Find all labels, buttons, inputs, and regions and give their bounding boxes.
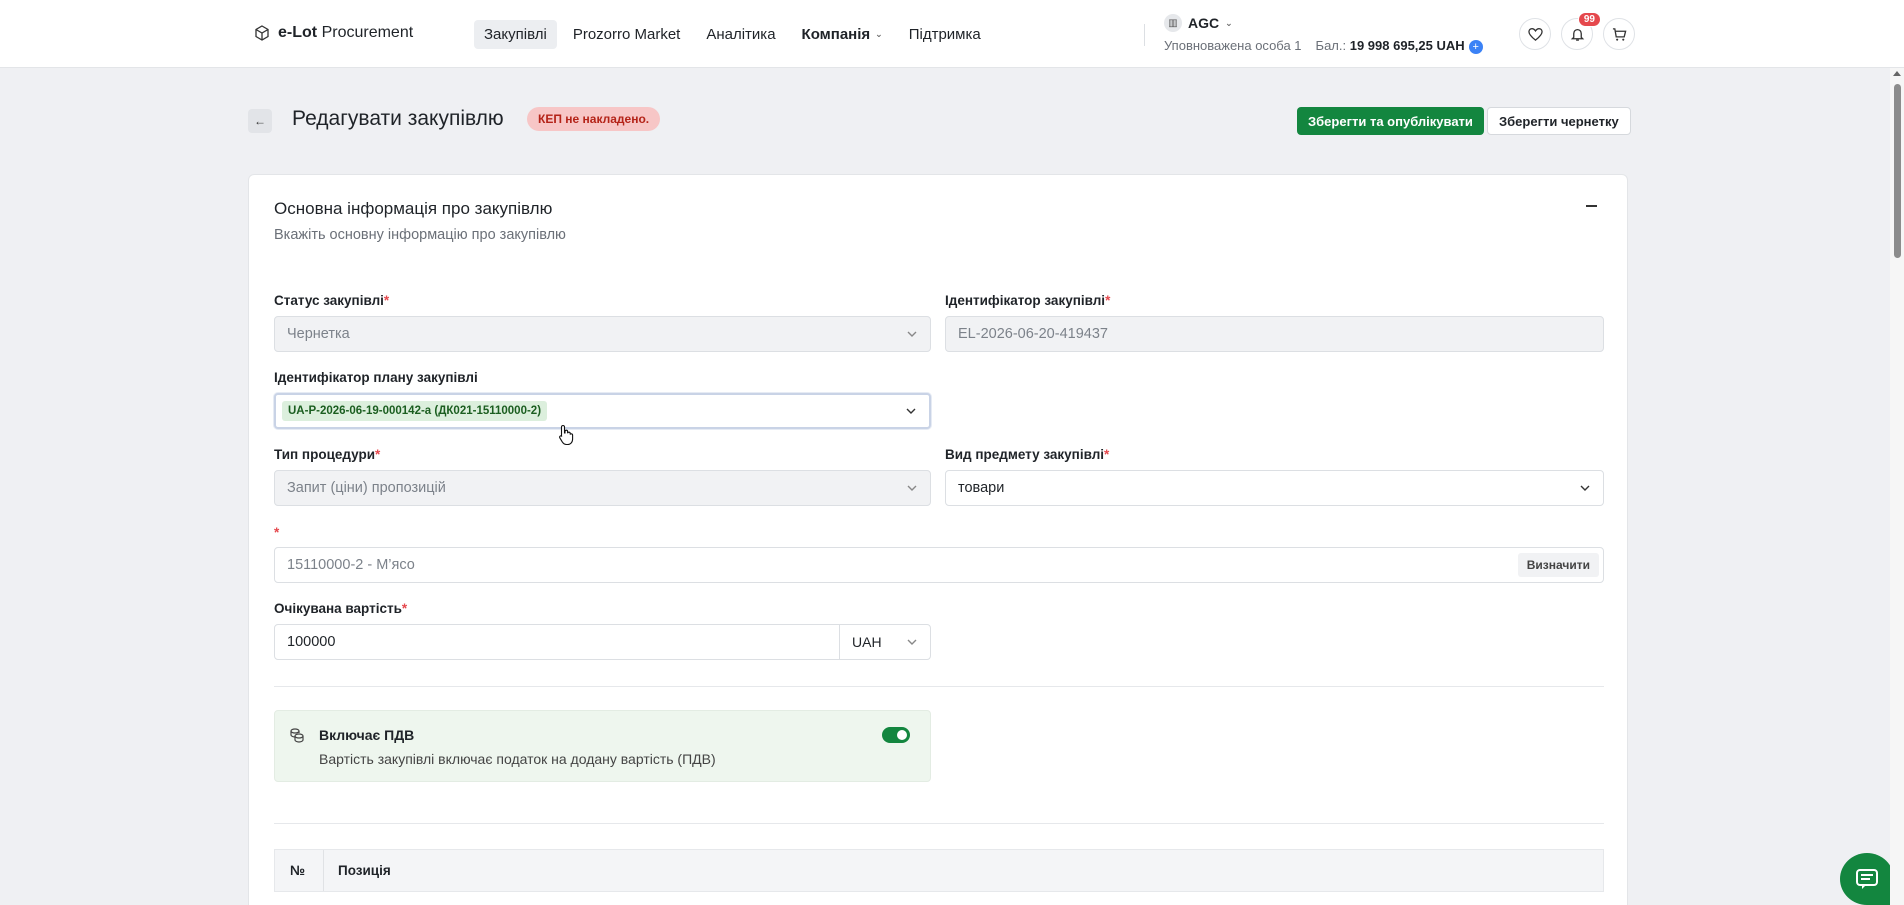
identifier-value: EL-2026-06-20-419437 (958, 326, 1108, 342)
chevron-down-icon (1579, 482, 1591, 498)
classifier-input[interactable]: 15110000-2 - М’ясо Визначити (274, 547, 1604, 583)
logo-bold: e-Lot (278, 24, 318, 41)
label-text: Ідентифікатор закупівлі (945, 293, 1106, 308)
header-divider (1144, 24, 1145, 46)
plan-id-tag[interactable]: UA-P-2026-06-19-000142-a (ДК021-15110000… (282, 401, 548, 421)
heart-icon (1527, 27, 1543, 41)
save-and-publish-button[interactable]: Зберегти та опублікувати (1297, 107, 1484, 135)
user-role: Уповноважена особа 1 (1164, 38, 1302, 54)
positions-table-header: № Позиція (274, 849, 1604, 892)
section-divider (274, 823, 1604, 824)
column-position: Позиція (338, 863, 391, 878)
classifier-value: 15110000-2 - М’ясо (287, 557, 415, 573)
page-title: Редагувати закупівлю (292, 107, 504, 130)
back-button[interactable]: ← (248, 109, 272, 133)
vat-panel: Включає ПДВ Вартість закупівлі включає п… (274, 710, 931, 782)
favorites-button[interactable] (1519, 18, 1551, 50)
procedure-value: Запит (ціни) пропозицій (287, 480, 446, 496)
main-info-card: Основна інформація про закупівлю Вкажіть… (248, 174, 1628, 905)
procedure-select[interactable]: Запит (ціни) пропозицій (274, 470, 931, 506)
balance-label: Бал.: (1315, 38, 1347, 53)
nav-item-procurements[interactable]: Закупівлі (474, 20, 557, 49)
currency-value: UAH (852, 634, 882, 650)
chevron-down-icon (906, 482, 918, 498)
classifier-label: * (274, 525, 280, 540)
chevron-down-icon (906, 328, 918, 344)
nav-item-company[interactable]: Компанія ⌄ (792, 20, 893, 49)
label-text: Вид предмету закупівлі (945, 447, 1105, 462)
chevron-down-icon: ⌄ (875, 29, 883, 39)
expected-value-input[interactable]: 100000 UAH (274, 624, 931, 660)
nav-item-analytics[interactable]: Аналітика (696, 20, 785, 49)
save-draft-button[interactable]: Зберегти чернетку (1487, 107, 1631, 135)
kep-status-badge: КЕП не накладено. (527, 107, 661, 131)
label-text: Тип процедури (274, 447, 375, 462)
identifier-label: Ідентифікатор закупівлі* (945, 293, 1111, 308)
cube-icon (255, 25, 269, 41)
account-panel[interactable]: ▥ AGC ⌄ Уповноважена особа 1 Бал.: 19 99… (1164, 14, 1483, 54)
arrow-left-icon: ← (254, 114, 266, 128)
expected-value-label: Очікувана вартість* (274, 601, 408, 616)
page-scrollbar[interactable] (1890, 68, 1904, 905)
collapse-icon[interactable] (1586, 205, 1597, 207)
card-subtitle: Вкажіть основну інформацію про закупівлю (274, 227, 566, 243)
label-text: Статус закупівлі (274, 293, 384, 308)
nav-label: Підтримка (908, 26, 981, 43)
nav-label: Закупівлі (484, 26, 547, 43)
chevron-down-icon: ⌄ (1225, 17, 1233, 28)
balance-value: 19 998 695,25 UAH (1349, 38, 1465, 53)
add-balance-icon[interactable]: + (1468, 39, 1483, 54)
top-navbar: e-Lot Procurement Закупівлі Prozorro Mar… (0, 0, 1904, 68)
notifications-badge: 99 (1577, 12, 1601, 27)
notifications-button[interactable]: 99 (1561, 12, 1601, 50)
chat-icon (1856, 869, 1878, 889)
status-select[interactable]: Чернетка (274, 316, 931, 352)
cart-icon (1612, 27, 1626, 41)
column-separator (323, 850, 324, 891)
scroll-thumb[interactable] (1894, 84, 1901, 258)
cart-button[interactable] (1603, 18, 1635, 50)
subject-type-label: Вид предмету закупівлі* (945, 447, 1110, 462)
scroll-up-icon[interactable] (1893, 71, 1901, 76)
vat-title: Включає ПДВ (319, 727, 415, 743)
procedure-label: Тип процедури* (274, 447, 381, 462)
nav-item-support[interactable]: Підтримка (899, 20, 991, 49)
subject-type-select[interactable]: товари (945, 470, 1604, 506)
column-number: № (290, 863, 306, 878)
nav-label: Компанія (801, 26, 871, 43)
identifier-input[interactable]: EL-2026-06-20-419437 (945, 316, 1604, 352)
vat-toggle[interactable] (882, 727, 910, 743)
balance: Бал.: 19 998 695,25 UAH + (1316, 38, 1483, 54)
coins-icon (290, 728, 304, 743)
nav-label: Prozorro Market (572, 26, 681, 43)
nav-item-prozorro-market[interactable]: Prozorro Market (563, 20, 691, 49)
section-divider (274, 686, 1604, 687)
expected-value: 100000 (287, 634, 336, 650)
logo-text: Procurement (321, 24, 414, 41)
status-value: Чернетка (287, 326, 350, 342)
org-name: AGC (1188, 15, 1220, 31)
plan-id-label: Ідентифікатор плану закупівлі (274, 370, 478, 385)
bell-icon (1570, 28, 1584, 41)
building-icon: ▥ (1164, 14, 1182, 32)
plan-id-select[interactable]: UA-P-2026-06-19-000142-a (ДК021-15110000… (274, 393, 931, 429)
chevron-down-icon (905, 405, 917, 421)
label-text: Очікувана вартість (274, 601, 402, 616)
chat-button[interactable] (1840, 853, 1894, 905)
subject-type-value: товари (958, 480, 1005, 496)
currency-select[interactable]: UAH (839, 624, 930, 660)
define-classifier-button[interactable]: Визначити (1517, 553, 1599, 577)
chevron-down-icon (906, 635, 918, 651)
card-title: Основна інформація про закупівлю (274, 199, 553, 218)
status-label: Статус закупівлі* (274, 293, 390, 308)
vat-description: Вартість закупівлі включає податок на до… (319, 751, 716, 767)
hand-cursor-icon (559, 424, 574, 446)
logo[interactable]: e-Lot Procurement (254, 24, 413, 42)
main-nav: Закупівлі Prozorro Market Аналітика Комп… (474, 20, 991, 49)
nav-label: Аналітика (706, 26, 776, 43)
